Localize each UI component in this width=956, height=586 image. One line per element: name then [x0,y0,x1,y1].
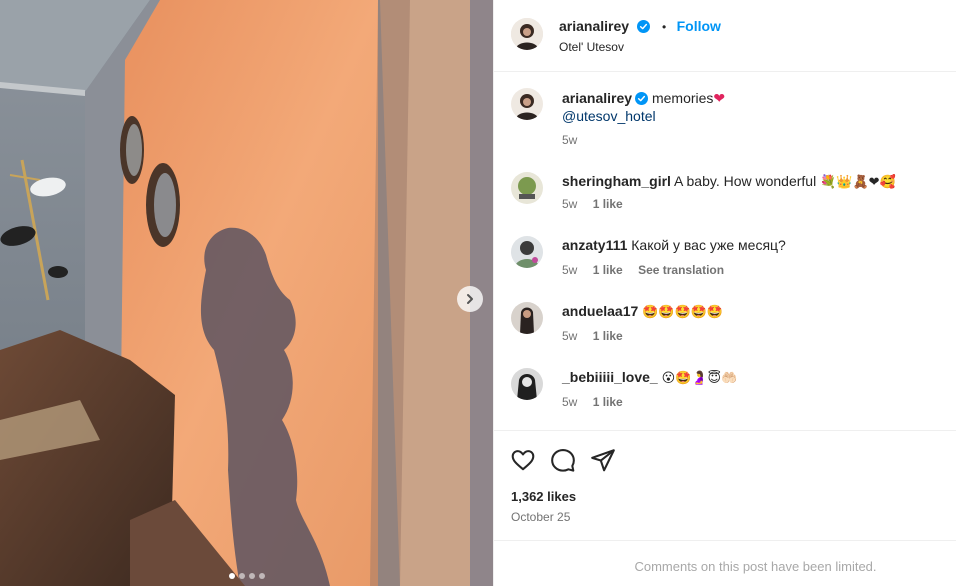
comment-time[interactable]: 5w [562,263,577,277]
comments-limited-notice: Comments on this post have been limited. [494,540,956,586]
carousel-next-button[interactable] [457,286,483,312]
verified-badge-icon [636,20,650,38]
comment-username[interactable]: sheringham_girl [562,173,671,189]
comment-username[interactable]: anduelaa17 [562,303,638,319]
caption-time[interactable]: 5w [562,133,577,147]
carousel-dot [239,573,245,579]
comment-body: anzaty111 Какой у вас уже месяц? [562,236,786,254]
paper-plane-icon [591,449,615,472]
comment-text: A baby. How wonderful [674,173,817,189]
photo-illustration [0,0,493,586]
likes-count[interactable]: 1,362 likes [511,489,576,504]
like-button[interactable] [510,447,536,473]
caption-body: arianalirey memories❤ [562,89,725,109]
comment-body: sheringham_girl A baby. How wonderful 💐👑… [562,172,896,192]
comment-username[interactable]: _bebiiiii_love_ [562,369,658,385]
comment-username[interactable]: anzaty111 [562,237,627,253]
comment-meta: 5w 1 like [562,197,635,211]
comment-time[interactable]: 5w [562,329,577,343]
post-location[interactable]: Otel' Utesov [559,40,624,54]
separator-bullet: • [661,20,667,34]
comment-avatar[interactable] [511,368,543,400]
comment-likes[interactable]: 1 like [593,263,623,277]
comment-emojis: 💐👑🧸❤🥰 [820,175,896,190]
post-date[interactable]: October 25 [511,510,570,524]
carousel-dot [249,573,255,579]
comment-likes[interactable]: 1 like [593,395,623,409]
caption-text: memories [651,90,714,106]
post-actions-bar: 1,362 likes October 25 [494,430,956,540]
comment-text: Какой у вас уже месяц? [631,237,786,253]
post-photo[interactable] [0,0,493,586]
comment-avatar[interactable] [511,236,543,268]
comment-meta: 5w 1 like [562,329,635,343]
comment-meta: 5w 1 like See translation [562,263,736,277]
comment-time[interactable]: 5w [562,395,577,409]
comments-section: arianalirey memories❤ @utesov_hotel 5w s… [494,72,956,430]
post-details-panel: arianalirey • Follow Otel' Utesov ariana… [493,0,956,586]
comment-avatar[interactable] [511,302,543,334]
chevron-right-icon [467,294,473,304]
author-avatar[interactable] [511,18,543,50]
comment-bubble-icon [551,449,575,472]
comment-avatar[interactable] [511,172,543,204]
comment-likes[interactable]: 1 like [593,197,623,211]
comment-body: _bebiiiii_love_ 😮🤩🤰😇🤲🏻 [562,368,737,388]
comment-likes[interactable]: 1 like [593,329,623,343]
post-header: arianalirey • Follow Otel' Utesov [494,0,956,72]
author-username[interactable]: arianalirey [559,18,629,34]
caption-meta: 5w [562,133,589,147]
comment-body: anduelaa17 🤩🤩🤩🤩🤩 [562,302,723,322]
comment-meta: 5w 1 like [562,395,635,409]
caption-username[interactable]: arianalirey [562,90,632,106]
see-translation-link[interactable]: See translation [638,263,724,277]
carousel-dot [229,573,235,579]
comment-emojis: 😮🤩🤰😇🤲🏻 [661,371,738,386]
caption-author-avatar[interactable] [511,88,543,120]
comment-emojis: 🤩🤩🤩🤩🤩 [642,305,724,320]
comment-time[interactable]: 5w [562,197,577,211]
caption-mention-link[interactable]: @utesov_hotel [562,108,656,124]
heart-icon [511,450,535,471]
carousel-dots [229,573,265,579]
heart-emoji: ❤ [713,90,726,106]
share-button[interactable] [590,447,616,473]
comments-limited-text: Comments on this post have been limited. [634,559,877,574]
follow-button[interactable]: Follow [677,18,721,34]
comment-button[interactable] [550,447,576,473]
carousel-dot [259,573,265,579]
